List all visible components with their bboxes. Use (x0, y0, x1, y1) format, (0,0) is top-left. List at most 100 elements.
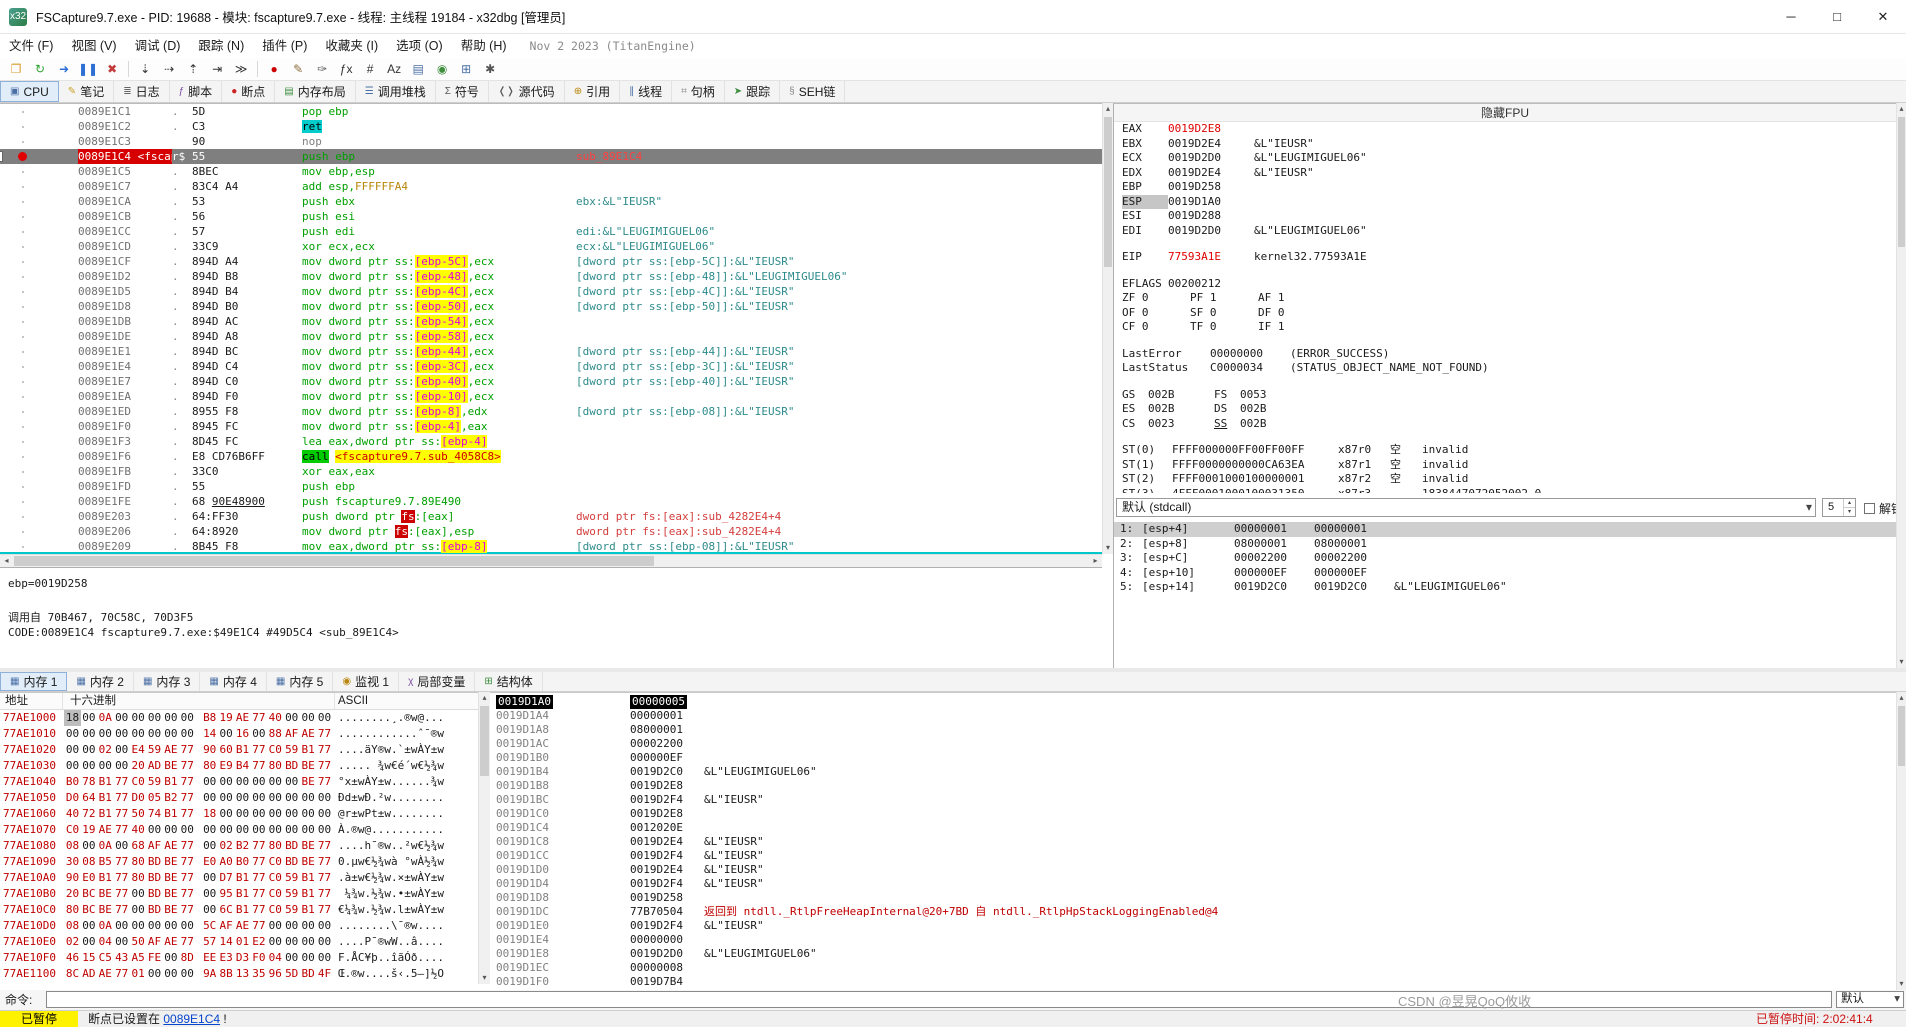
stack-row[interactable]: 0019D1B8 0019D2E8 (490, 779, 1896, 793)
disasm-horizontal-scrollbar[interactable]: ◂ ▸ (0, 554, 1102, 567)
tab-dump-3[interactable]: ▦ 内存 3 (134, 672, 201, 691)
dump-byte[interactable]: 00 (283, 918, 300, 934)
windows-icon[interactable]: ⊞ (454, 59, 478, 79)
register-row-esp[interactable]: ESP 0019D1A0 (1114, 194, 1896, 209)
status-breakpoint-address[interactable]: 0089E1C4 (163, 1012, 220, 1026)
dump-byte[interactable]: 19 (218, 710, 235, 726)
disasm-row[interactable]: 0089E1D2. 894D B8 mov dword ptr ss:[ebp-48… (0, 269, 1102, 284)
dump-byte[interactable]: 00 (316, 790, 333, 806)
dump-byte[interactable]: 59 (146, 742, 163, 758)
comment-icon[interactable]: ✑ (310, 59, 334, 79)
dump-byte[interactable]: B1 (300, 886, 317, 902)
dump-byte[interactable]: 00 (267, 806, 284, 822)
dump-byte[interactable]: 00 (201, 886, 218, 902)
dump-byte[interactable]: BD (283, 758, 300, 774)
dump-row[interactable]: 77AE1090 30 08 B5 77 80 BD BE 77 E0 A0 B0 77 C0 BD BE 77… (0, 854, 478, 870)
dump-byte[interactable]: 00 (162, 950, 179, 966)
dump-byte[interactable]: BD (146, 870, 163, 886)
dump-byte[interactable]: 40 (130, 822, 147, 838)
dump-byte[interactable]: AE (97, 822, 114, 838)
dump-byte[interactable]: 00 (218, 726, 235, 742)
run-icon[interactable]: ➜ (52, 59, 76, 79)
menu-item-1[interactable]: 文件 (F) (0, 35, 62, 58)
dump-byte[interactable]: AD (146, 758, 163, 774)
dump-byte[interactable]: 95 (218, 886, 235, 902)
stack-row[interactable]: 0019D1A8 08000001 (490, 723, 1896, 737)
dump-byte[interactable]: B2 (234, 838, 251, 854)
dump-byte[interactable]: 00 (80, 838, 97, 854)
dump-byte[interactable]: AF (146, 934, 163, 950)
dump-byte[interactable]: 00 (162, 822, 179, 838)
tab-notes[interactable]: ✎ 笔记 (59, 81, 115, 102)
dump-byte[interactable]: 77 (316, 758, 333, 774)
dump-byte[interactable]: BC (80, 902, 97, 918)
dump-byte[interactable]: B1 (97, 806, 114, 822)
dump-byte[interactable]: B1 (162, 774, 179, 790)
dump-byte[interactable]: 00 (283, 774, 300, 790)
dump-byte[interactable]: 13 (234, 966, 251, 982)
stack-row[interactable]: 0019D1CC 0019D2F4 &L"IEUSR" (490, 849, 1896, 863)
dump-byte[interactable]: 00 (113, 726, 130, 742)
dump-byte[interactable]: AE (234, 918, 251, 934)
dump-byte[interactable]: 00 (283, 822, 300, 838)
disasm-row[interactable]: 0089E1CA. 53 push ebx ebx:&L"IEUSR" (0, 194, 1102, 209)
minimize-button[interactable]: ─ (1768, 0, 1814, 34)
stack-row[interactable]: 0019D1A0 00000005 (490, 695, 1896, 709)
flag-tf[interactable]: TF 0 (1190, 320, 1258, 335)
dump-byte[interactable]: 00 (283, 806, 300, 822)
flag-zf[interactable]: ZF 0 (1122, 291, 1190, 306)
menu-item-8[interactable]: 帮助 (H) (452, 35, 516, 58)
dump-byte[interactable]: 8C (64, 966, 81, 982)
label-icon[interactable]: Az (382, 59, 406, 79)
scroll-up-icon[interactable]: ▴ (1103, 103, 1113, 115)
dump-byte[interactable]: C0 (267, 870, 284, 886)
scroll-down-icon[interactable]: ▾ (1103, 542, 1113, 554)
dump-byte[interactable]: 00 (316, 950, 333, 966)
stack-row[interactable]: 0019D1DC 77B70504 返回到 ntdll._RtlpFreeHeapI… (490, 905, 1896, 919)
stack-row[interactable]: 0019D1F0 0019D7B4 (490, 975, 1896, 989)
dump-byte[interactable]: 77 (316, 870, 333, 886)
dump-byte[interactable]: 77 (179, 902, 196, 918)
tab-source[interactable]: ❬❭ 源代码 (489, 81, 565, 102)
dump-byte[interactable]: 00 (80, 710, 97, 726)
dump-byte[interactable]: B1 (300, 742, 317, 758)
dump-byte[interactable]: 02 (97, 742, 114, 758)
dump-byte[interactable]: 77 (113, 966, 130, 982)
scroll-down-icon[interactable]: ▾ (1897, 978, 1906, 990)
dump-byte[interactable]: 14 (201, 726, 218, 742)
dump-byte[interactable]: AE (234, 710, 251, 726)
dump-row[interactable]: 77AE10F0 46 15 C5 43 A5 FE 00 8D EE E3 D3 F0 04 00 00 00… (0, 950, 478, 966)
tab-memory-map[interactable]: ▤ 内存布局 (275, 81, 356, 102)
register-row-eax[interactable]: EAX 0019D2E8 (1114, 122, 1896, 137)
dump-byte[interactable]: C0 (130, 774, 147, 790)
disasm-row[interactable]: 0089E1C2. C3 ret (0, 119, 1102, 134)
dump-byte[interactable]: 00 (146, 726, 163, 742)
disasm-row[interactable]: 0089E209. 8B45 F8 mov eax,dword ptr ss:[eb… (0, 539, 1102, 554)
dump-byte[interactable]: BE (97, 886, 114, 902)
dump-byte[interactable]: 00 (162, 966, 179, 982)
tab-watch-1[interactable]: ◉ 监视 1 (333, 672, 400, 691)
disasm-row[interactable]: 0089E1E7. 894D C0 mov dword ptr ss:[ebp-40… (0, 374, 1102, 389)
dump-byte[interactable]: D3 (234, 950, 251, 966)
hash-icon[interactable]: # (358, 59, 382, 79)
dump-byte[interactable]: BE (162, 902, 179, 918)
close-button[interactable]: ✕ (1860, 0, 1906, 34)
tab-handles[interactable]: ⌗ 句柄 (672, 81, 725, 102)
stack-row[interactable]: 0019D1C8 0019D2E4 &L"IEUSR" (490, 835, 1896, 849)
dump-byte[interactable]: BD (146, 886, 163, 902)
dump-byte[interactable]: 00 (283, 710, 300, 726)
dump-byte[interactable]: 77 (113, 886, 130, 902)
dump-byte[interactable]: 59 (283, 886, 300, 902)
dump-byte[interactable]: BD (146, 902, 163, 918)
dump-byte[interactable]: B2 (162, 790, 179, 806)
disasm-row[interactable]: 0089E1F6. E8 CD76B6FF call <fscapture9.7.s… (0, 449, 1102, 464)
dump-byte[interactable]: C0 (267, 886, 284, 902)
dump-byte[interactable]: BE (97, 902, 114, 918)
register-row-ebx[interactable]: EBX 0019D2E4 &L"IEUSR" (1114, 137, 1896, 152)
dump-byte[interactable]: 77 (250, 918, 267, 934)
dump-byte[interactable]: 00 (250, 790, 267, 806)
dump-byte[interactable]: 00 (218, 806, 235, 822)
dump-byte[interactable]: 00 (250, 822, 267, 838)
scrollbar-thumb[interactable] (480, 706, 489, 776)
close-debuggee-icon[interactable]: ✖ (100, 59, 124, 79)
